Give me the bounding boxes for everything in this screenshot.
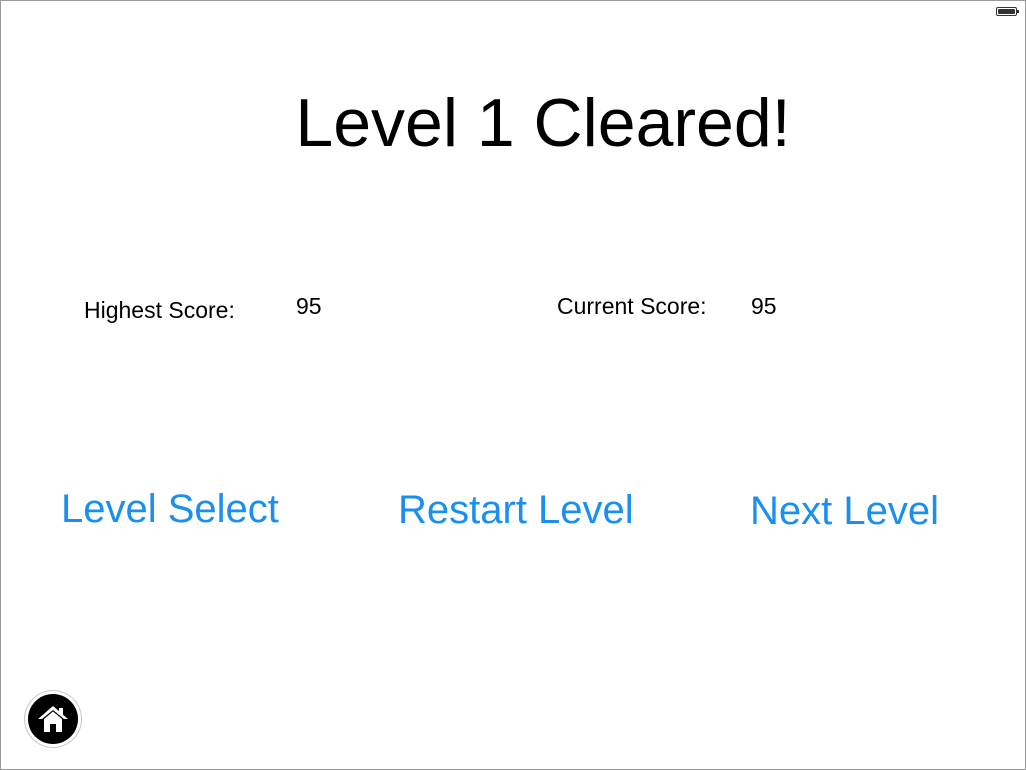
- page-title: Level 1 Cleared!: [295, 85, 791, 161]
- battery-level: [998, 9, 1015, 14]
- battery-icon: [996, 7, 1019, 16]
- home-button[interactable]: [25, 691, 81, 747]
- next-level-button[interactable]: Next Level: [750, 489, 939, 534]
- level-cleared-screen: Level 1 Cleared! Highest Score: 95 Curre…: [0, 0, 1026, 770]
- current-score-label: Current Score:: [557, 293, 707, 319]
- highest-score-label: Highest Score:: [84, 297, 235, 323]
- restart-level-button[interactable]: Restart Level: [398, 488, 634, 533]
- home-button-face: [28, 694, 78, 744]
- home-icon: [38, 706, 68, 732]
- current-score-value: 95: [751, 293, 777, 319]
- level-select-button[interactable]: Level Select: [61, 487, 279, 532]
- highest-score-value: 95: [296, 293, 322, 319]
